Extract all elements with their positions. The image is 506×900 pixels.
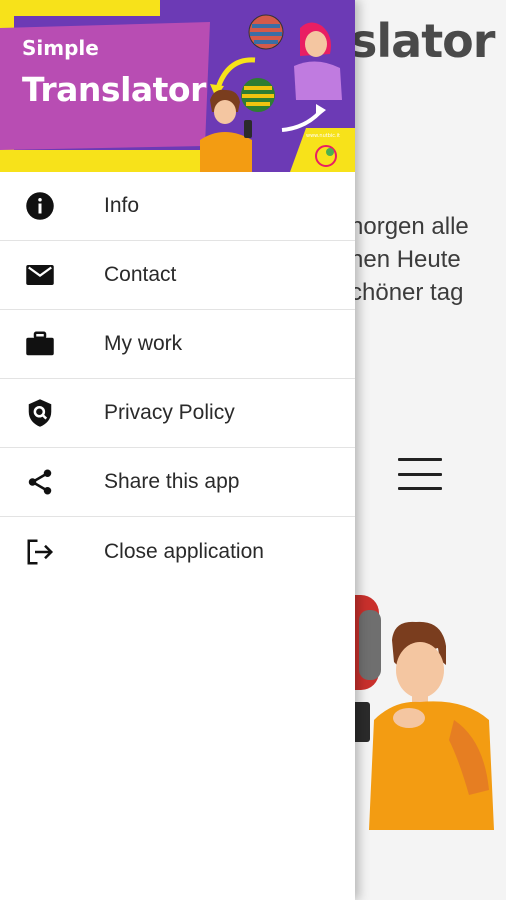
mail-icon [24, 259, 56, 291]
drawer-menu: Info Contact My work Privacy Policy Shar… [0, 172, 355, 586]
menu-item-label: My work [104, 332, 183, 355]
menu-item-label: Info [104, 194, 140, 217]
menu-item-contact[interactable]: Contact [0, 241, 355, 310]
brand-title: Translator [22, 70, 206, 109]
menu-item-label: Privacy Policy [104, 401, 235, 424]
app-title: slator [350, 14, 495, 68]
person-illustration [354, 595, 494, 830]
translated-text: horgen alle hen Heute chöner tag [350, 210, 506, 309]
menu-item-privacy-policy[interactable]: Privacy Policy [0, 379, 355, 448]
menu-item-label: Contact [104, 263, 177, 286]
brand-small-text: Simple [22, 36, 99, 60]
share-icon [24, 466, 56, 498]
menu-item-my-work[interactable]: My work [0, 310, 355, 379]
text-line: hen Heute [350, 246, 461, 273]
brand-url: www.nutbic.it [306, 133, 340, 139]
shield-search-icon [24, 397, 56, 429]
briefcase-icon [24, 328, 56, 360]
menu-item-label: Share this app [104, 470, 240, 493]
text-line: chöner tag [350, 279, 464, 306]
info-icon [24, 190, 56, 222]
drawer-header-banner: Simple Translator www.nutbic.it [0, 0, 355, 172]
menu-item-info[interactable]: Info [0, 172, 355, 241]
menu-item-share[interactable]: Share this app [0, 448, 355, 517]
menu-item-label: Close application [104, 539, 264, 563]
hamburger-menu-icon[interactable] [398, 458, 442, 490]
menu-item-close-application[interactable]: Close application [0, 517, 355, 586]
exit-icon [24, 536, 56, 568]
navigation-drawer: Simple Translator www.nutbic.it Info Con… [0, 0, 355, 900]
text-line: horgen alle [350, 213, 469, 240]
